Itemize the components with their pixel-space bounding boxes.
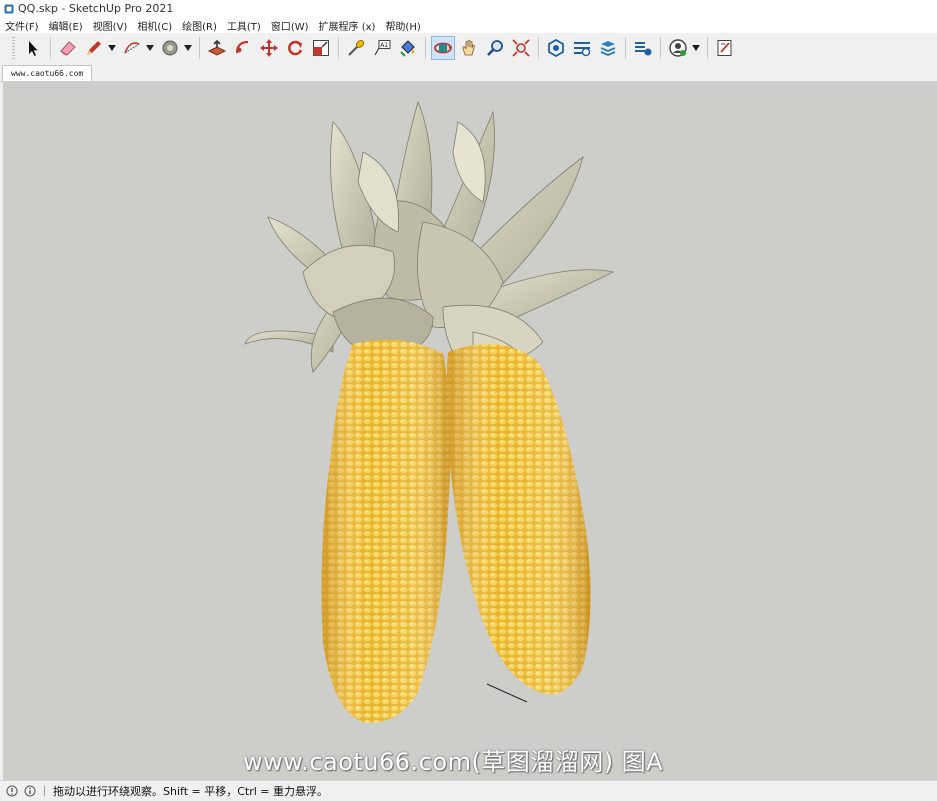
corn-model-drawing: [244, 100, 615, 723]
husk-leaves: [244, 100, 615, 373]
watermark-text: www.caotu66.com(草图溜溜网) 图A: [243, 748, 664, 776]
orbit-tool-icon: [434, 42, 452, 54]
follow-me-tool-button[interactable]: [231, 36, 255, 60]
paint-bucket-tool-icon: [162, 40, 178, 56]
pan-tool-icon: [462, 40, 475, 56]
extension-manager-button[interactable]: [631, 36, 655, 60]
account-icon: [669, 39, 687, 57]
toolbar-grip[interactable]: [12, 37, 15, 59]
status-separator: [44, 786, 45, 796]
follow-me-tool-icon: [235, 40, 249, 54]
zoom-extents-tool-button[interactable]: [509, 36, 533, 60]
orbit-tool-button[interactable]: [431, 36, 455, 60]
geolocation-icon[interactable]: [6, 785, 18, 797]
toolbar-separator: [50, 37, 51, 59]
menu-camera[interactable]: 相机(C): [132, 18, 177, 33]
toolbar-separator: [707, 37, 708, 59]
scale-tool-icon: [313, 40, 329, 56]
chevron-down-icon: [145, 45, 154, 51]
title-bar: QQ.skp - SketchUp Pro 2021: [0, 0, 937, 17]
select-tool-icon: [29, 41, 38, 56]
zoom-tool-icon: [487, 40, 503, 56]
extension-warehouse-icon: [574, 42, 591, 57]
menu-draw[interactable]: 绘图(R): [177, 18, 222, 33]
pencil-line-tool-icon: [87, 41, 101, 55]
extension-warehouse-button[interactable]: [570, 36, 594, 60]
line-tool-dropdown[interactable]: [107, 36, 116, 60]
eraser-tool-icon: [60, 41, 76, 56]
send-to-layout-button[interactable]: [713, 36, 737, 60]
extension-manager-icon: [635, 42, 652, 56]
push-pull-tool-button[interactable]: [205, 36, 229, 60]
text-tool-button[interactable]: A1: [370, 36, 394, 60]
pencil-line-tool-button[interactable]: [82, 36, 106, 60]
corn-cob-left: [321, 339, 451, 723]
paint-tool-icon: [400, 40, 415, 57]
menu-file[interactable]: 文件(F): [0, 18, 44, 33]
main-toolbar: A1: [0, 33, 937, 64]
chevron-down-icon: [107, 45, 116, 51]
pan-tool-button[interactable]: [457, 36, 481, 60]
status-message: 拖动以进行环绕观察。Shift = 平移，Ctrl = 重力悬浮。: [53, 785, 328, 798]
tape-measure-tool-button[interactable]: [344, 36, 368, 60]
circle-tool-button[interactable]: [158, 36, 182, 60]
paint-tool-button[interactable]: [396, 36, 420, 60]
scene-tab[interactable]: www.caotu66.com: [2, 65, 93, 81]
sketchup-logo-icon: [4, 4, 14, 13]
chevron-down-icon: [691, 45, 700, 51]
chevron-down-icon: [183, 45, 192, 51]
move-tool-icon: [260, 39, 278, 57]
toolbar-separator: [625, 37, 626, 59]
send-to-layout-icon: [717, 40, 732, 56]
status-bar: 拖动以进行环绕观察。Shift = 平移，Ctrl = 重力悬浮。: [0, 780, 937, 801]
push-pull-tool-icon: [207, 39, 227, 56]
menu-tools[interactable]: 工具(T): [222, 18, 266, 33]
arc-tool-button[interactable]: [120, 36, 144, 60]
3d-warehouse-button[interactable]: [544, 36, 568, 60]
menu-view[interactable]: 视图(V): [88, 18, 133, 33]
info-icon[interactable]: [24, 785, 36, 797]
toolbar-separator: [199, 37, 200, 59]
text-tool-icon: A1: [374, 40, 391, 56]
eraser-tool-button[interactable]: [56, 36, 80, 60]
tape-measure-tool-icon: [348, 40, 365, 56]
menu-bar: 文件(F) 编辑(E) 视图(V) 相机(C) 绘图(R) 工具(T) 窗口(W…: [0, 17, 937, 33]
arc-tool-dropdown[interactable]: [145, 36, 154, 60]
scene-tab-bar: www.caotu66.com: [0, 63, 937, 82]
move-tool-button[interactable]: [257, 36, 281, 60]
3d-warehouse-icon: [548, 38, 564, 58]
scale-tool-button[interactable]: [309, 36, 333, 60]
rotate-tool-button[interactable]: [283, 36, 307, 60]
svg-text:A1: A1: [380, 42, 388, 49]
toolbar-separator: [660, 37, 661, 59]
toolbar-separator: [538, 37, 539, 59]
toolbar-separator: [425, 37, 426, 59]
account-button[interactable]: [666, 36, 690, 60]
layout-send-button[interactable]: [596, 36, 620, 60]
corn-cob-right: [446, 344, 591, 695]
zoom-tool-button[interactable]: [483, 36, 507, 60]
rotate-tool-icon: [288, 40, 303, 56]
model-viewport[interactable]: www.caotu66.com(草图溜溜网) 图A: [3, 82, 937, 780]
menu-edit[interactable]: 编辑(E): [44, 18, 88, 33]
toolbar-separator: [338, 37, 339, 59]
layout-send-icon: [600, 41, 616, 56]
shape-tool-dropdown[interactable]: [183, 36, 192, 60]
menu-help[interactable]: 帮助(H): [380, 18, 425, 33]
zoom-extents-tool-icon: [512, 39, 530, 57]
arc-tool-icon: [124, 42, 140, 54]
account-dropdown[interactable]: [691, 36, 700, 60]
window-title: QQ.skp - SketchUp Pro 2021: [18, 2, 174, 15]
select-tool-button[interactable]: [21, 36, 45, 60]
menu-extensions[interactable]: 扩展程序 (x): [314, 18, 381, 33]
menu-window[interactable]: 窗口(W): [266, 18, 314, 33]
